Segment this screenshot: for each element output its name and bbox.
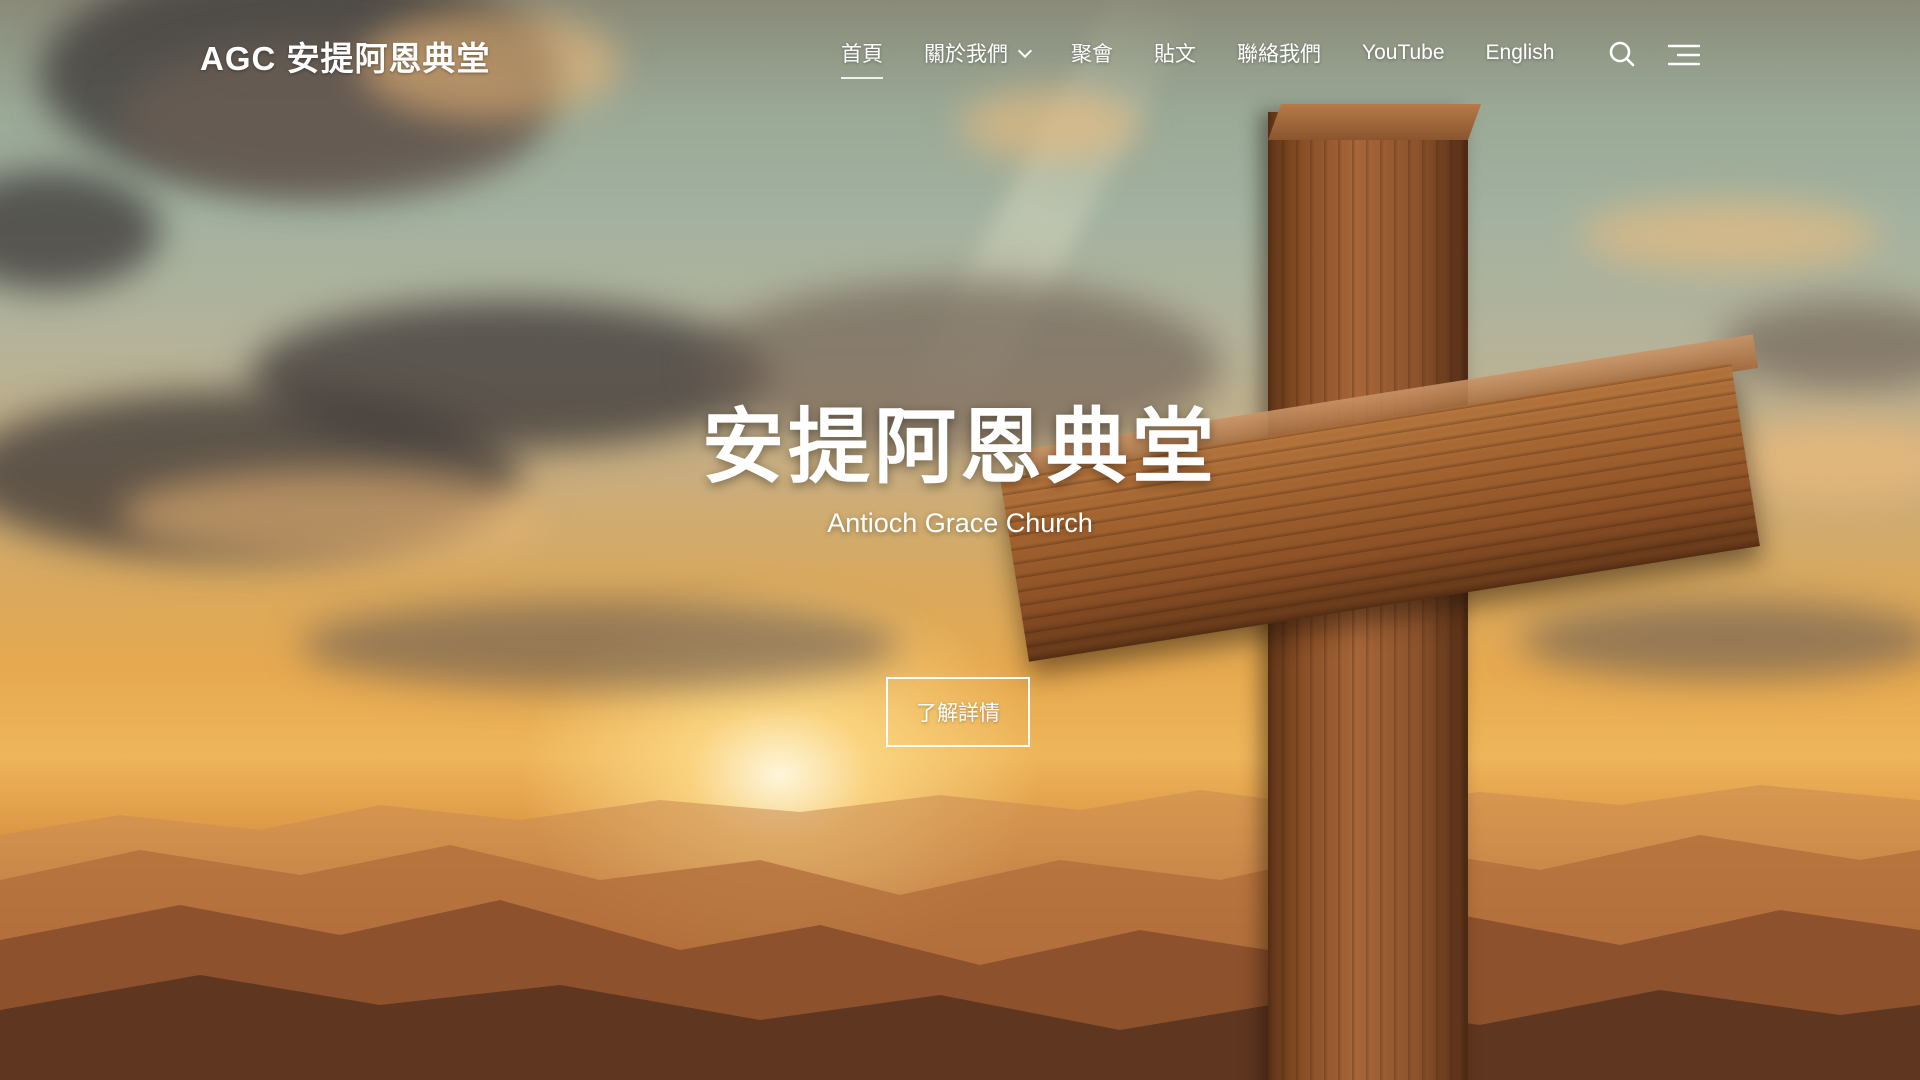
nav-item-english[interactable]: English	[1486, 41, 1555, 65]
nav-item-label: 聯絡我們	[1237, 43, 1321, 66]
nav-item-label: YouTube	[1362, 41, 1445, 64]
nav-item-label: 關於我們	[924, 43, 1008, 66]
nav-item-about[interactable]: 關於我們	[924, 38, 1033, 68]
menu-toggle-button[interactable]	[1667, 44, 1701, 70]
nav-item-label: 貼文	[1154, 43, 1196, 66]
nav-item-gatherings[interactable]: 聚會	[1071, 38, 1113, 68]
hero-title: 安提阿恩典堂	[701, 402, 1218, 493]
nav-item-label: 首頁	[841, 43, 883, 66]
nav-item-label: 聚會	[1071, 43, 1113, 66]
nav-item-contact[interactable]: 聯絡我們	[1237, 38, 1321, 68]
menu-icon	[1667, 44, 1701, 66]
learn-more-label: 了解詳情	[916, 702, 1000, 725]
search-button[interactable]	[1608, 40, 1636, 72]
chevron-down-icon[interactable]	[1017, 43, 1033, 58]
nav-item-label: English	[1485, 41, 1555, 64]
hero-subtitle: Antioch Grace Church	[827, 508, 1093, 538]
hero-content: 安提阿恩典堂 Antioch Grace Church 了解詳情	[0, 0, 1920, 1080]
nav-item-youtube[interactable]: YouTube	[1362, 41, 1445, 65]
nav-item-home[interactable]: 首頁	[841, 38, 883, 79]
hero-section: AGC 安提阿恩典堂 首頁 關於我們 聚會 貼文 聯絡我們 YouTube En…	[0, 0, 1920, 1080]
main-navigation: 首頁 關於我們 聚會 貼文 聯絡我們 YouTube English	[841, 38, 1595, 79]
site-header: AGC 安提阿恩典堂 首頁 關於我們 聚會 貼文 聯絡我們 YouTube En…	[0, 0, 1920, 110]
learn-more-button[interactable]: 了解詳情	[886, 677, 1030, 747]
site-logo[interactable]: AGC 安提阿恩典堂	[200, 32, 491, 80]
nav-item-posts[interactable]: 貼文	[1154, 38, 1196, 68]
search-icon	[1609, 41, 1635, 67]
